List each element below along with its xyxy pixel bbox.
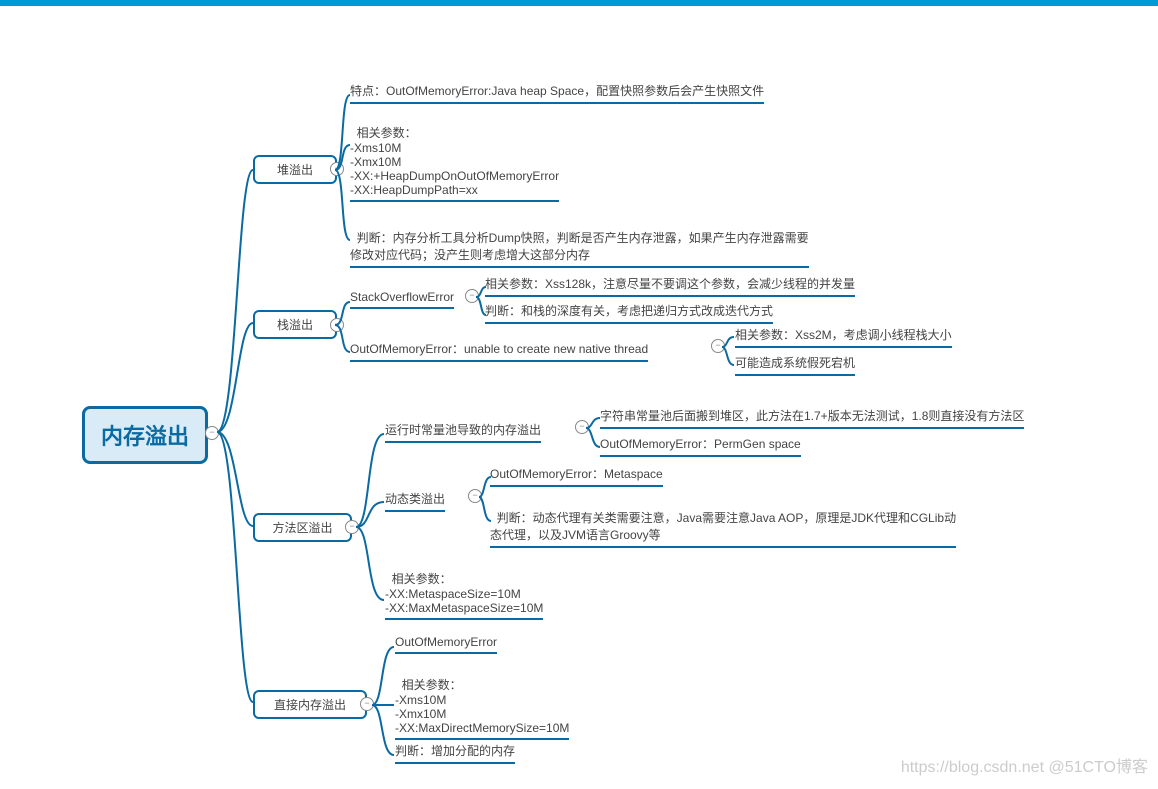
stack-sof-judge: 判断：和栈的深度有关，考虑把递归方式改成迭代方式: [485, 302, 773, 324]
branch-heap-label: 堆溢出: [277, 163, 313, 177]
stack-oom[interactable]: OutOfMemoryError：unable to create new na…: [350, 340, 648, 362]
method-dynclass-toggle[interactable]: −: [468, 489, 482, 503]
branch-stack[interactable]: 栈溢出: [253, 310, 337, 339]
branch-method[interactable]: 方法区溢出: [253, 513, 352, 542]
direct-err: OutOfMemoryError: [395, 635, 497, 654]
stack-sof[interactable]: StackOverflowError: [350, 290, 454, 309]
method-dynclass[interactable]: 动态类溢出: [385, 490, 445, 512]
method-dynclass-err: OutOfMemoryError：Metaspace: [490, 465, 663, 487]
heap-feature: 特点：OutOfMemoryError:Java heap Space，配置快照…: [350, 82, 764, 104]
direct-params: 相关参数： -Xms10M -Xmx10M -XX:MaxDirectMemor…: [395, 662, 569, 740]
heap-params: 相关参数： -Xms10M -Xmx10M -XX:+HeapDumpOnOut…: [350, 110, 559, 202]
method-constpool[interactable]: 运行时常量池导致的内存溢出: [385, 421, 541, 443]
method-dynclass-judge: 判断：动态代理有关类需要注意，Java需要注意Java AOP，原理是JDK代理…: [490, 495, 956, 548]
branch-direct[interactable]: 直接内存溢出: [253, 690, 367, 719]
stack-sof-params: 相关参数：Xss128k，注意尽量不要调这个参数，会减少线程的并发量: [485, 275, 855, 297]
method-toggle[interactable]: −: [345, 520, 359, 534]
direct-toggle[interactable]: −: [360, 697, 374, 711]
root-label: 内存溢出: [101, 419, 189, 451]
method-constpool-toggle[interactable]: −: [575, 420, 589, 434]
root-toggle[interactable]: −: [205, 426, 219, 440]
branch-direct-label: 直接内存溢出: [274, 698, 346, 712]
stack-oom-params: 相关参数：Xss2M，考虑调小线程栈大小: [735, 326, 952, 348]
stack-toggle[interactable]: −: [330, 318, 344, 332]
branch-heap[interactable]: 堆溢出: [253, 155, 337, 184]
watermark: https://blog.csdn.net @51CTO博客: [901, 753, 1148, 777]
mindmap-canvas: { "root": "内存溢出", "branches": { "heap": …: [0, 0, 1158, 789]
method-params: 相关参数： -XX:MetaspaceSize=10M -XX:MaxMetas…: [385, 556, 543, 620]
root-node[interactable]: 内存溢出: [82, 406, 208, 464]
heap-toggle[interactable]: −: [330, 162, 344, 176]
stack-oom-effect: 可能造成系统假死宕机: [735, 354, 855, 376]
stack-sof-toggle[interactable]: −: [465, 289, 479, 303]
stack-oom-toggle[interactable]: −: [711, 339, 725, 353]
branch-method-label: 方法区溢出: [272, 521, 332, 535]
branch-stack-label: 栈溢出: [277, 318, 313, 332]
method-constpool-err: OutOfMemoryError：PermGen space: [600, 435, 801, 457]
method-constpool-note: 字符串常量池后面搬到堆区，此方法在1.7+版本无法测试，1.8则直接没有方法区: [600, 407, 1024, 429]
direct-judge: 判断：增加分配的内存: [395, 742, 515, 764]
heap-judge: 判断：内存分析工具分析Dump快照，判断是否产生内存泄露，如果产生内存泄露需要 …: [350, 215, 809, 268]
